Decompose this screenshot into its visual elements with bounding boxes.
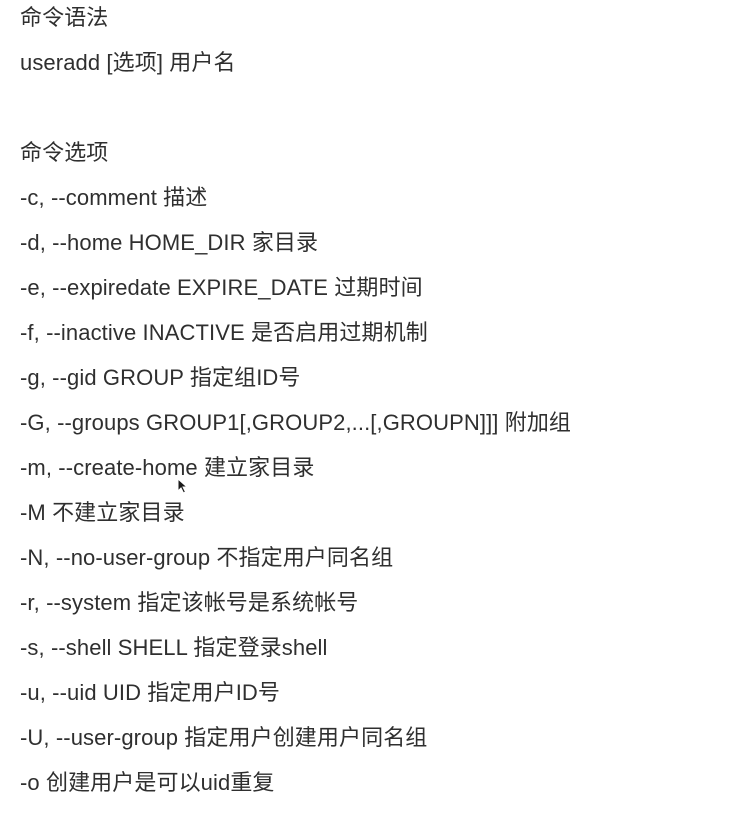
option-uid: -u, --uid UID 指定用户ID号 <box>20 680 281 705</box>
option-user-group: -U, --user-group 指定用户创建用户同名组 <box>20 725 428 750</box>
document: 命令语法 useradd [选项] 用户名 命令选项 -c, --comment… <box>0 0 749 813</box>
syntax-usage: useradd [选项] 用户名 <box>20 50 236 75</box>
option-home: -d, --home HOME_DIR 家目录 <box>20 230 319 255</box>
option-system: -r, --system 指定该帐号是系统帐号 <box>20 590 359 615</box>
option-groups: -G, --groups GROUP1[,GROUP2,...[,GROUPN]… <box>20 410 572 435</box>
options-heading: 命令选项 <box>20 140 109 165</box>
syntax-heading: 命令语法 <box>20 5 109 30</box>
option-shell: -s, --shell SHELL 指定登录shell <box>20 635 328 660</box>
option-gid: -g, --gid GROUP 指定组ID号 <box>20 365 301 390</box>
option-create-home: -m, --create-home 建立家目录 <box>20 455 315 480</box>
option-comment: -c, --comment 描述 <box>20 185 208 210</box>
option-inactive: -f, --inactive INACTIVE 是否启用过期机制 <box>20 320 428 345</box>
option-non-unique: -o 创建用户是可以uid重复 <box>20 770 275 795</box>
option-no-user-group: -N, --no-user-group 不指定用户同名组 <box>20 545 394 570</box>
option-expiredate: -e, --expiredate EXPIRE_DATE 过期时间 <box>20 275 423 300</box>
option-no-create-home: -M 不建立家目录 <box>20 500 185 525</box>
